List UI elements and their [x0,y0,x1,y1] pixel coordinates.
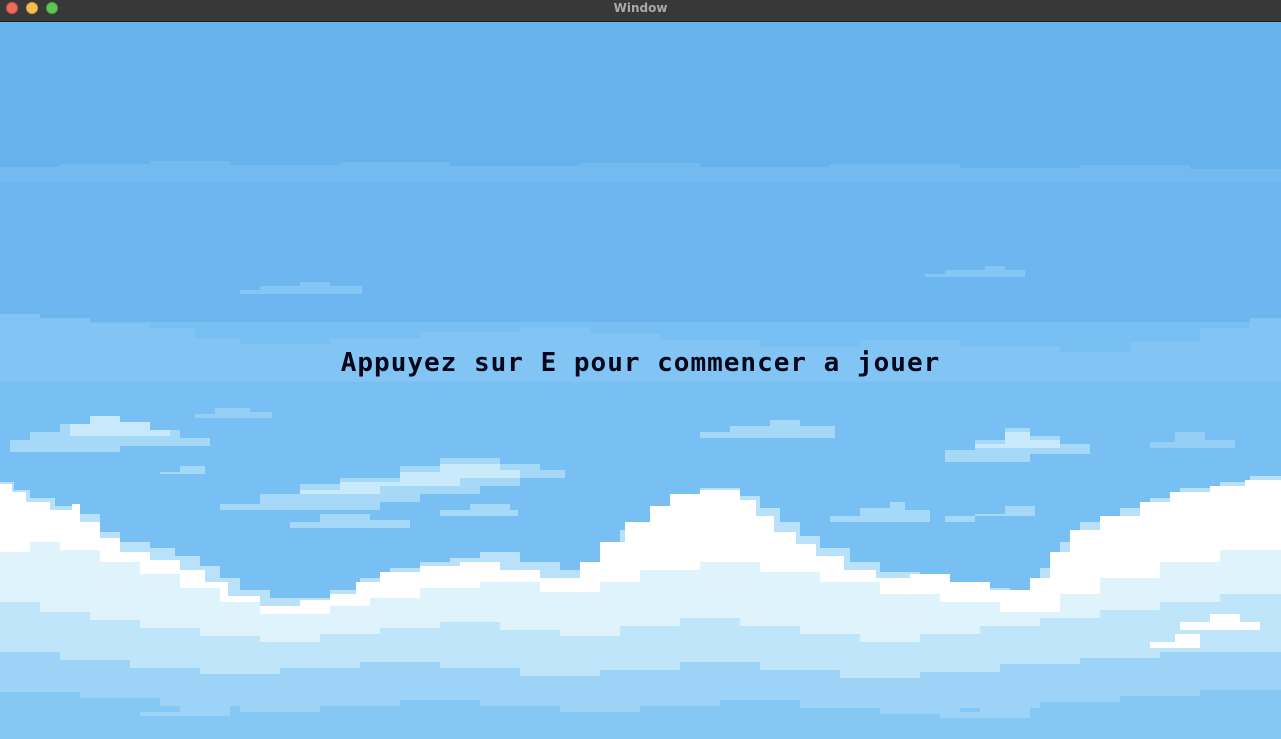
title-bar[interactable]: Window [0,0,1281,22]
window-title: Window [613,1,668,15]
sky-background [0,22,1281,739]
start-prompt-text: Appuyez sur E pour commencer a jouer [340,348,941,378]
sky-band-top [0,22,1281,172]
app-window: Window Appuyez sur E pour commencer a jo… [0,0,1281,739]
sky-band-upper [0,172,1281,322]
game-canvas[interactable]: Appuyez sur E pour commencer a jouer [0,22,1281,739]
